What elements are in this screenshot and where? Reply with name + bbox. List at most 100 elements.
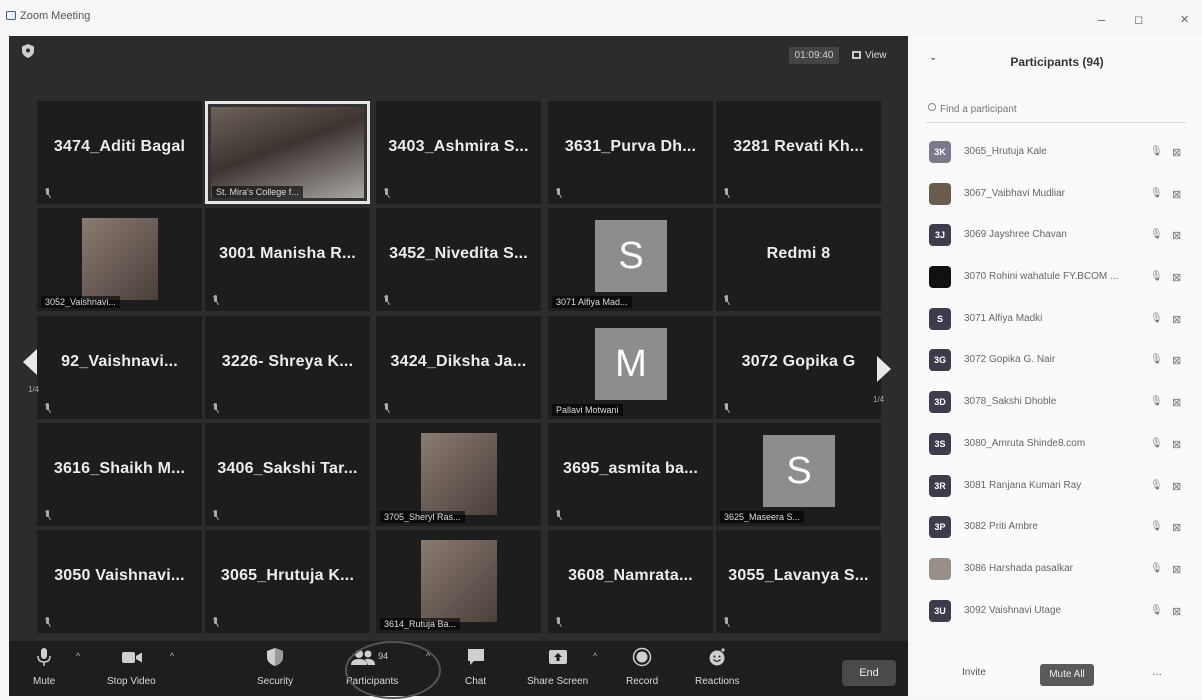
participants-panel: ⌄ Participants (94) 3K 3065_Hrutuja Kale 🎙… bbox=[912, 36, 1202, 696]
close-button[interactable]: ✕ bbox=[1180, 14, 1189, 26]
meeting-toolbar: Mute ^ Stop Video ^ Security 94 Particip… bbox=[9, 641, 908, 699]
video-tile[interactable]: S 3071 Alfiya Mad... bbox=[548, 208, 713, 311]
video-tile[interactable]: 3616_Shaikh M... bbox=[37, 423, 202, 526]
record-label: Record bbox=[626, 676, 659, 687]
participant-avatar: 3G bbox=[929, 349, 951, 372]
more-options-button[interactable]: ... bbox=[1152, 664, 1162, 678]
video-tile[interactable]: 3631_Purva Dh... bbox=[548, 101, 713, 204]
end-meeting-button[interactable]: End bbox=[842, 660, 896, 686]
video-off-icon[interactable]: ⊠ bbox=[1172, 480, 1181, 493]
title-bar: Zoom Meeting – ◻ ✕ bbox=[0, 0, 1202, 30]
muted-mic-icon[interactable]: 🎙 bbox=[1150, 396, 1163, 407]
participant-label: 3614_Rutuja Ba... bbox=[380, 618, 461, 630]
participant-row[interactable]: 3070 Rohini wahatule FY.BCOM ... 🎙 ⊠ bbox=[912, 258, 1202, 300]
video-tile[interactable]: M Pallavi Motwani bbox=[548, 316, 713, 419]
participant-name: 3065_Hrutuja K... bbox=[220, 567, 355, 584]
invite-button[interactable]: Invite bbox=[962, 667, 986, 678]
video-off-icon[interactable]: ⊠ bbox=[1172, 271, 1181, 284]
participant-row[interactable]: S 3071 Alfiya Madki 🎙 ⊠ bbox=[912, 300, 1202, 342]
mute-button[interactable]: Mute bbox=[33, 647, 55, 687]
participant-row[interactable]: 3P 3082 Priti Ambre 🎙 ⊠ bbox=[912, 508, 1202, 550]
muted-mic-icon[interactable]: 🎙 bbox=[1150, 521, 1163, 532]
video-tile[interactable]: 3406_Sakshi Tar... bbox=[205, 423, 370, 526]
video-tile[interactable]: 3001 Manisha R... bbox=[205, 208, 370, 311]
muted-mic-icon[interactable]: 🎙 bbox=[1150, 354, 1163, 365]
video-tile[interactable]: 3055_Lavanya S... bbox=[716, 530, 881, 633]
record-button[interactable]: Record bbox=[626, 647, 658, 687]
audio-options-chevron-icon[interactable]: ^ bbox=[76, 651, 80, 661]
video-tile[interactable]: St. Mira's College f... bbox=[205, 101, 370, 204]
video-tile[interactable]: 3050 Vaishnavi... bbox=[37, 530, 202, 633]
video-tile[interactable]: 3695_asmita ba... bbox=[548, 423, 713, 526]
video-off-icon[interactable]: ⊠ bbox=[1172, 229, 1181, 242]
muted-mic-icon[interactable]: 🎙 bbox=[1150, 271, 1163, 282]
video-tile[interactable]: 92_Vaishnavi... bbox=[37, 316, 202, 419]
muted-mic-icon[interactable]: 🎙 bbox=[1150, 480, 1163, 491]
participant-search[interactable] bbox=[926, 95, 1186, 123]
stop-video-button[interactable]: Stop Video bbox=[107, 647, 156, 687]
video-tile[interactable]: 3065_Hrutuja K... bbox=[205, 530, 370, 633]
participant-row[interactable]: 3U 3092 Vaishnavi Utage 🎙 ⊠ bbox=[912, 592, 1202, 634]
next-page-arrow-icon[interactable] bbox=[877, 356, 891, 382]
video-off-icon[interactable]: ⊠ bbox=[1172, 605, 1181, 618]
video-off-icon[interactable]: ⊠ bbox=[1172, 354, 1181, 367]
muted-mic-icon[interactable]: 🎙 bbox=[1150, 229, 1163, 240]
participant-row[interactable]: 3J 3069 Jayshree Chavan 🎙 ⊠ bbox=[912, 216, 1202, 258]
video-off-icon[interactable]: ⊠ bbox=[1172, 188, 1181, 201]
participant-row[interactable]: 3K 3065_Hrutuja Kale 🎙 ⊠ bbox=[912, 133, 1202, 175]
chat-button[interactable]: Chat bbox=[465, 647, 486, 687]
video-off-icon[interactable]: ⊠ bbox=[1172, 146, 1181, 159]
participant-avatar bbox=[929, 557, 951, 580]
video-options-chevron-icon[interactable]: ^ bbox=[170, 651, 174, 661]
video-tile[interactable]: 3052_Vaishnavi... bbox=[37, 208, 202, 311]
muted-mic-icon[interactable]: 🎙 bbox=[1150, 438, 1163, 449]
muted-mic-icon[interactable]: 🎙 bbox=[1150, 146, 1163, 157]
video-tile[interactable]: 3705_Sheryl Ras... bbox=[376, 423, 541, 526]
video-tile[interactable]: 3281 Revati Kh... bbox=[716, 101, 881, 204]
participant-row[interactable]: 3086 Harshada pasalkar 🎙 ⊠ bbox=[912, 550, 1202, 592]
participant-row[interactable]: 3D 3078_Sakshi Dhoble 🎙 ⊠ bbox=[912, 383, 1202, 425]
share-options-chevron-icon[interactable]: ^ bbox=[593, 651, 597, 661]
video-off-icon[interactable]: ⊠ bbox=[1172, 438, 1181, 451]
video-tile[interactable]: 3403_Ashmira S... bbox=[376, 101, 541, 204]
participant-row[interactable]: 3067_Vaibhavi Mudliar 🎙 ⊠ bbox=[912, 175, 1202, 217]
video-tile[interactable]: S 3625_Maseera S... bbox=[716, 423, 881, 526]
minimize-button[interactable]: – bbox=[1098, 13, 1105, 26]
participant-name: 3474_Aditi Bagal bbox=[53, 138, 186, 155]
video-tile[interactable]: 3614_Rutuja Ba... bbox=[376, 530, 541, 633]
video-tile[interactable]: Redmi 8 bbox=[716, 208, 881, 311]
participant-search-input[interactable] bbox=[940, 100, 1180, 118]
reactions-button[interactable]: Reactions bbox=[695, 647, 739, 687]
participant-row[interactable]: 3S 3080_Amruta Shinde8.com 🎙 ⊠ bbox=[912, 425, 1202, 467]
previous-page-arrow-icon[interactable] bbox=[23, 349, 37, 375]
video-tile[interactable]: 3474_Aditi Bagal bbox=[37, 101, 202, 204]
muted-mic-icon bbox=[44, 403, 51, 413]
video-tile[interactable]: 3452_Nivedita S... bbox=[376, 208, 541, 311]
security-button[interactable]: Security bbox=[257, 647, 293, 687]
participant-name: 3406_Sakshi Tar... bbox=[217, 460, 358, 477]
muted-mic-icon[interactable]: 🎙 bbox=[1150, 605, 1163, 616]
muted-mic-icon[interactable]: 🎙 bbox=[1150, 313, 1163, 324]
video-tile[interactable]: 3608_Namrata... bbox=[548, 530, 713, 633]
participant-name: 3616_Shaikh M... bbox=[53, 460, 186, 477]
participant-name: 92_Vaishnavi... bbox=[61, 353, 178, 370]
video-off-icon[interactable]: ⊠ bbox=[1172, 521, 1181, 534]
video-off-icon[interactable]: ⊠ bbox=[1172, 313, 1181, 326]
video-off-icon[interactable]: ⊠ bbox=[1172, 396, 1181, 409]
muted-mic-icon[interactable]: 🎙 bbox=[1150, 188, 1163, 199]
share-screen-button[interactable]: Share Screen bbox=[527, 647, 588, 687]
security-shield-icon[interactable] bbox=[22, 44, 34, 58]
view-button[interactable]: View bbox=[852, 47, 887, 64]
video-tile[interactable]: 3226- Shreya K... bbox=[205, 316, 370, 419]
panel-footer: Invite Mute All ... bbox=[912, 656, 1202, 696]
maximize-button[interactable]: ◻ bbox=[1134, 14, 1143, 26]
participant-row[interactable]: 3R 3081 Ranjana Kumari Ray 🎙 ⊠ bbox=[912, 467, 1202, 509]
video-off-icon[interactable]: ⊠ bbox=[1172, 563, 1181, 576]
video-tile[interactable]: 3424_Diksha Ja... bbox=[376, 316, 541, 419]
participant-row[interactable]: 3G 3072 Gopika G. Nair 🎙 ⊠ bbox=[912, 341, 1202, 383]
mute-all-button[interactable]: Mute All bbox=[1040, 664, 1094, 686]
muted-mic-icon[interactable]: 🎙 bbox=[1150, 563, 1163, 574]
participant-name: 3695_asmita ba... bbox=[562, 460, 699, 477]
reactions-label: Reactions bbox=[695, 676, 740, 687]
video-tile[interactable]: 3072 Gopika G bbox=[716, 316, 881, 419]
